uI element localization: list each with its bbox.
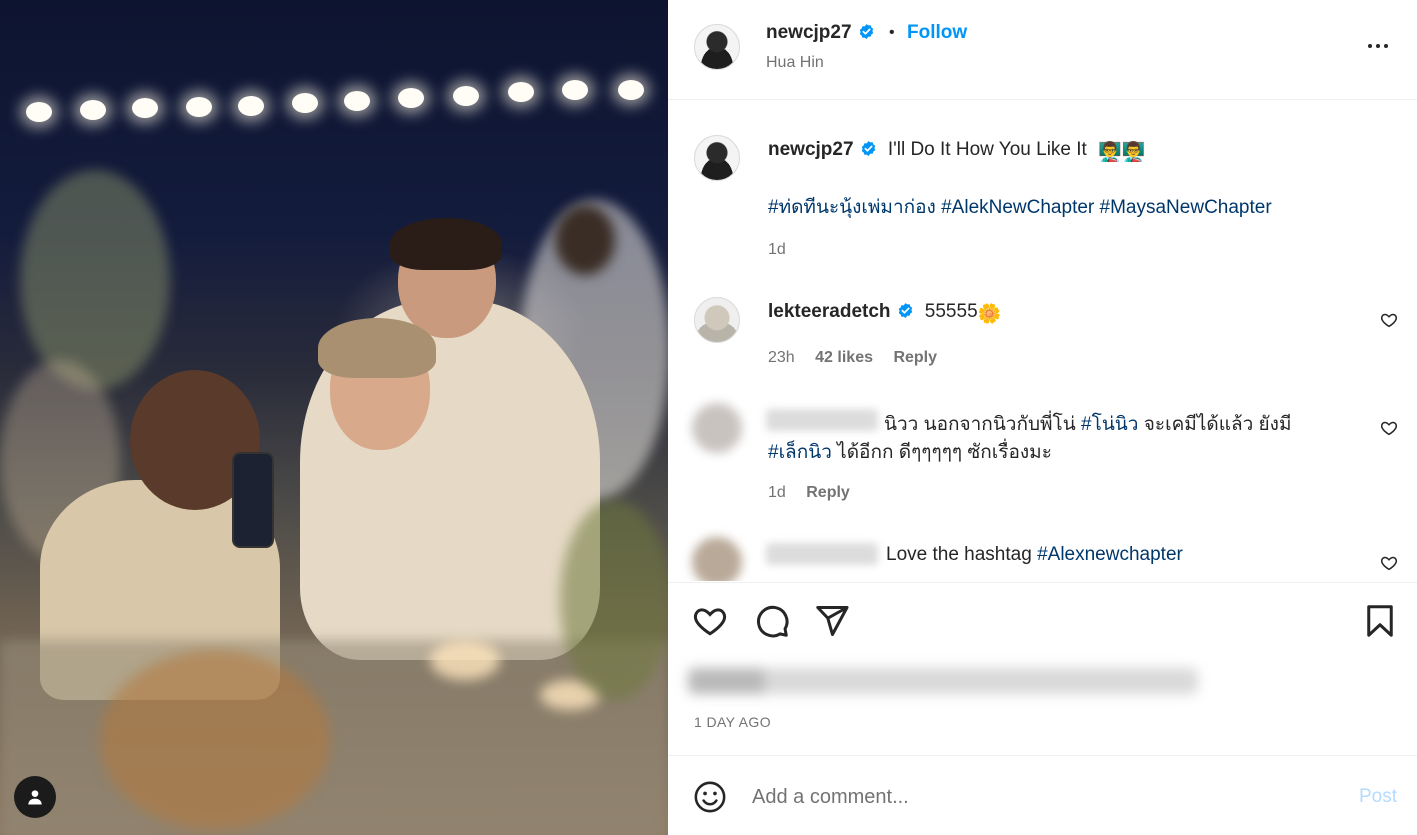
comments-list[interactable]: newcjp27 I'll Do It How You Like It 👨‍🏫👨… (668, 101, 1417, 581)
verified-badge-icon (861, 141, 875, 156)
verified-badge-icon (859, 24, 873, 39)
blurred-username (766, 409, 878, 431)
tagged-users-button[interactable] (14, 776, 56, 818)
like-comment-heart-icon[interactable] (1380, 419, 1398, 437)
send-icon[interactable] (814, 603, 850, 639)
teacher-emoji: 👨‍🏫👨‍🏫 (1098, 142, 1146, 163)
blurred-likes-summary (688, 668, 1198, 694)
commenter-avatar[interactable] (694, 297, 740, 343)
hashtag-link[interactable]: #ท่ดทีนะนุ้งเพ่มาก่อง (768, 197, 936, 218)
comment-meta: 23h 42 likes Reply (768, 349, 937, 367)
caption-line: newcjp27 I'll Do It How You Like It 👨‍🏫👨… (768, 139, 1145, 164)
person-hair (390, 218, 502, 270)
comment-line: นิวว นอกจากนิวกับพี่โน่ #โน่นิว จะเคมีได… (884, 409, 1291, 439)
hashtag-link[interactable]: #Alexnewchapter (1037, 544, 1183, 565)
more-dot (1368, 44, 1372, 48)
phone (232, 452, 274, 548)
post-comment-button[interactable]: Post (1359, 786, 1397, 808)
light-bulb (508, 82, 534, 102)
hashtag-link[interactable]: #MaysaNewChapter (1100, 197, 1272, 218)
caption-hashtags: #ท่ดทีนะนุ้งเพ่มาก่อง #AlekNewChapter #M… (768, 192, 1272, 222)
bookmark-icon[interactable] (1362, 603, 1398, 639)
candle (430, 640, 500, 680)
post-header: newcjp27 • Follow Hua Hin (668, 0, 1417, 100)
light-bulb (453, 86, 479, 106)
light-bulb (26, 102, 52, 122)
light-bulb (186, 97, 212, 117)
comment-text: จะเคมีได้แล้ว ยังมี (1143, 414, 1292, 435)
like-comment-heart-icon[interactable] (1380, 311, 1398, 329)
comment-line: Love the hashtag #Alexnewchapter (886, 544, 1183, 566)
blurred-commenter-avatar (692, 537, 742, 581)
more-dot (1384, 44, 1388, 48)
comment-composer: Post (668, 755, 1417, 835)
reply-button[interactable]: Reply (893, 349, 937, 366)
comment-line: lekteeradetch 55555🌼 (768, 301, 1001, 326)
like-comment-heart-icon[interactable] (1380, 554, 1398, 572)
light-bulb (238, 96, 264, 116)
comment-text: 55555 (924, 301, 978, 322)
light-bulb (562, 80, 588, 100)
user-icon (28, 790, 42, 805)
caption-text: I'll Do It How You Like It (887, 139, 1087, 160)
light-bulb (80, 100, 106, 120)
plant-decor (560, 500, 668, 700)
comment-text: ได้อีกก ดีๆๆๆๆๆ ซักเรื่องมะ (837, 442, 1052, 463)
person-hair (318, 318, 436, 378)
follow-button[interactable]: Follow (907, 22, 967, 44)
verified-badge-icon (898, 303, 912, 318)
post-location[interactable]: Hua Hin (766, 54, 824, 72)
comment-text: Love the hashtag (886, 544, 1032, 565)
post-side-panel: newcjp27 • Follow Hua Hin newcjp27 I'll … (668, 0, 1417, 835)
comment-likes[interactable]: 42 likes (815, 349, 873, 366)
hashtag-link[interactable]: #AlekNewChapter (941, 197, 1094, 218)
light-bulb (344, 91, 370, 111)
comment-line: #เล็กนิว ได้อีกก ดีๆๆๆๆๆ ซักเรื่องมะ (768, 437, 1052, 467)
flower-centerpiece (100, 650, 330, 830)
blurred-commenter-avatar (692, 403, 742, 453)
light-bulb (132, 98, 158, 118)
hashtag-link[interactable]: #เล็กนิว (768, 442, 832, 463)
comment-age: 1d (768, 484, 786, 501)
caption-avatar[interactable] (694, 135, 740, 181)
smiley-icon[interactable] (693, 780, 727, 814)
author-avatar[interactable] (694, 24, 740, 70)
more-options-button[interactable] (1365, 36, 1391, 56)
separator-dot: • (889, 24, 895, 41)
light-bulb (618, 80, 644, 100)
flower-decor (20, 170, 170, 390)
light-bulb (292, 93, 318, 113)
more-dot (1376, 44, 1380, 48)
reply-button[interactable]: Reply (806, 484, 850, 501)
guest-background-head (555, 205, 615, 275)
comment-meta: 1d Reply (768, 484, 850, 502)
heart-icon[interactable] (692, 603, 728, 639)
post-timestamp[interactable]: 1 DAY AGO (694, 714, 771, 730)
comment-username[interactable]: lekteeradetch (768, 301, 891, 322)
caption-username[interactable]: newcjp27 (768, 139, 854, 160)
flower-emoji: 🌼 (977, 304, 1002, 325)
comment-age: 23h (768, 349, 795, 366)
comment-text: นิวว นอกจากนิวกับพี่โน่ (884, 414, 1076, 435)
blurred-username (766, 543, 878, 565)
author-username[interactable]: newcjp27 (766, 22, 875, 44)
comment-input[interactable] (752, 782, 1312, 812)
hashtag-link[interactable]: #โน่นิว (1081, 414, 1138, 435)
comment-icon[interactable] (754, 603, 790, 639)
light-bulb (398, 88, 424, 108)
author-username-text[interactable]: newcjp27 (766, 22, 852, 43)
post-photo[interactable] (0, 0, 668, 835)
caption-age: 1d (768, 241, 786, 258)
